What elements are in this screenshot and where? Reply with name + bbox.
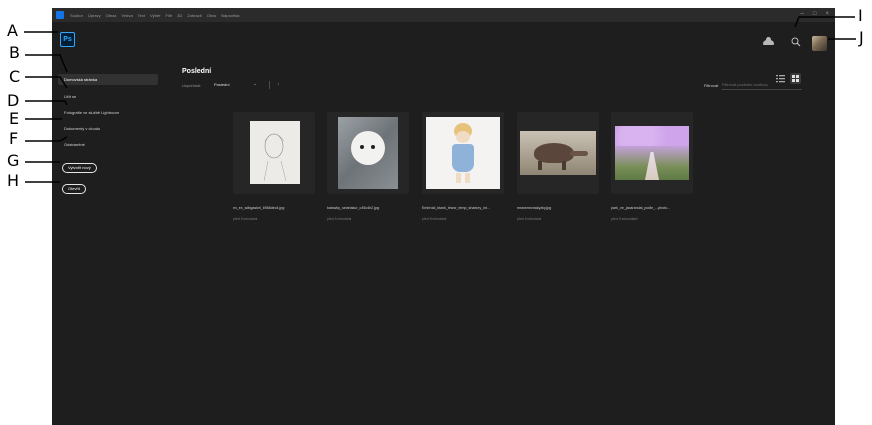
menu-view[interactable]: Zobrazit: [187, 13, 201, 18]
file-thumbnail[interactable]: [327, 112, 409, 194]
file-thumbnail[interactable]: [233, 112, 315, 194]
cloud-icon[interactable]: [763, 37, 774, 45]
file-card[interactable]: katowky_sedelakur_c45c4h2.jpg před 5 min…: [327, 112, 409, 221]
menu-bar: Soubor Úpravy Obraz Vrstva Text Výběr Fi…: [52, 8, 835, 22]
callout-a: A: [7, 21, 18, 40]
menu-3d[interactable]: 3D: [177, 13, 182, 18]
file-thumbnail[interactable]: [422, 112, 504, 194]
menu-image[interactable]: Obraz: [106, 13, 117, 18]
callout-g: G: [7, 151, 20, 170]
maximize-button[interactable]: □: [813, 10, 817, 18]
menu-filter[interactable]: Filtr: [165, 13, 172, 18]
file-name: park_ve_jacarandai_podle_...photo...: [611, 206, 671, 210]
create-new-button[interactable]: Vytvořit nový: [62, 163, 97, 173]
file-name: katowky_sedelakur_c45c4h2.jpg: [327, 206, 379, 210]
ps-logo-button[interactable]: Ps: [60, 32, 75, 47]
callout-c: C: [9, 67, 21, 86]
photoshop-home-window: Soubor Úpravy Obraz Vrstva Text Výběr Fi…: [52, 8, 835, 425]
file-card[interactable]: Embroid_blank_lewor_temp_sharkey_int... …: [422, 112, 504, 221]
sidebar-item-lightroom-photos[interactable]: Fotografie ve službě Lightroom: [58, 107, 158, 118]
open-button[interactable]: Otevřít: [62, 184, 87, 194]
file-thumbnail[interactable]: [611, 112, 693, 194]
sidebar-item-cloud-documents[interactable]: Dokumenty v cloudu: [58, 123, 158, 134]
file-time: před 5 sekundami: [611, 217, 638, 221]
file-card[interactable]: mravenecnakyzky.jpg před 5 minutami: [517, 112, 599, 221]
menu-window[interactable]: Okno: [207, 13, 217, 18]
file-card[interactable]: ex_ex_sdbgaskel_6968dec4.jpg před 5 minu…: [233, 112, 315, 221]
sidebar-item-home[interactable]: Domovská stránka: [58, 74, 158, 85]
sort-label: Uspořádat: [182, 83, 201, 88]
callout-j: J: [859, 28, 864, 47]
window-controls: – □ ×: [792, 10, 829, 18]
menu-list: Soubor Úpravy Obraz Vrstva Text Výběr Fi…: [70, 13, 245, 18]
file-name: ex_ex_sdbgaskel_6968dec4.jpg: [233, 206, 285, 210]
screenshot-stage: Soubor Úpravy Obraz Vrstva Text Výběr Fi…: [0, 0, 872, 425]
file-time: před 5 minutami: [422, 217, 447, 221]
list-view-icon[interactable]: [776, 74, 785, 83]
callout-i: I: [858, 6, 863, 25]
main-content: Poslední Uspořádat Poslední ⌄ ↓ Filtrova…: [164, 54, 835, 425]
menu-edit[interactable]: Úpravy: [88, 13, 101, 18]
menu-layer[interactable]: Vrstva: [121, 13, 132, 18]
anteater-photo: [520, 131, 596, 175]
menu-select[interactable]: Výběr: [150, 13, 160, 18]
close-button[interactable]: ×: [825, 10, 829, 18]
sidebar-item-learn[interactable]: Učit se: [58, 91, 158, 102]
menu-help[interactable]: Nápověda: [221, 13, 239, 18]
file-card[interactable]: park_ve_jacarandai_podle_...photo... pře…: [611, 112, 693, 221]
chevron-down-icon[interactable]: ⌄: [253, 81, 257, 87]
callout-h: H: [7, 171, 20, 190]
file-time: před 5 minutami: [233, 217, 258, 221]
sidebar-item-deleted[interactable]: Odstraněné: [58, 139, 158, 150]
header-bar: Ps: [52, 22, 835, 54]
doll-photo: [426, 117, 500, 189]
filter-label: Filtrovat: [704, 83, 719, 88]
callout-d: D: [7, 91, 20, 110]
sketch-image: [250, 121, 300, 184]
file-time: před 5 minutami: [327, 217, 352, 221]
menu-file[interactable]: Soubor: [70, 13, 83, 18]
minimize-button[interactable]: –: [801, 10, 804, 18]
file-thumbnail[interactable]: [517, 112, 599, 194]
user-avatar[interactable]: [812, 36, 827, 51]
jacaranda-park-photo: [615, 126, 689, 180]
app-menu-icon[interactable]: [56, 11, 64, 19]
dog-photo: [338, 117, 398, 189]
divider: [269, 81, 270, 89]
sort-direction-icon[interactable]: ↓: [277, 81, 280, 87]
file-time: před 5 minutami: [517, 217, 542, 221]
callout-e: E: [9, 109, 20, 128]
menu-type[interactable]: Text: [138, 13, 145, 18]
sidebar: Domovská stránka Učit se Fotografie ve s…: [52, 54, 164, 425]
page-title: Poslední: [182, 68, 212, 75]
search-icon[interactable]: [791, 37, 801, 47]
grid-view-icon[interactable]: [790, 73, 801, 84]
callout-b: B: [9, 43, 20, 62]
file-name: Embroid_blank_lewor_temp_sharkey_int...: [422, 206, 490, 210]
file-name: mravenecnakyzky.jpg: [517, 206, 552, 210]
sort-select[interactable]: Poslední: [214, 82, 230, 87]
callout-f: F: [9, 129, 19, 148]
